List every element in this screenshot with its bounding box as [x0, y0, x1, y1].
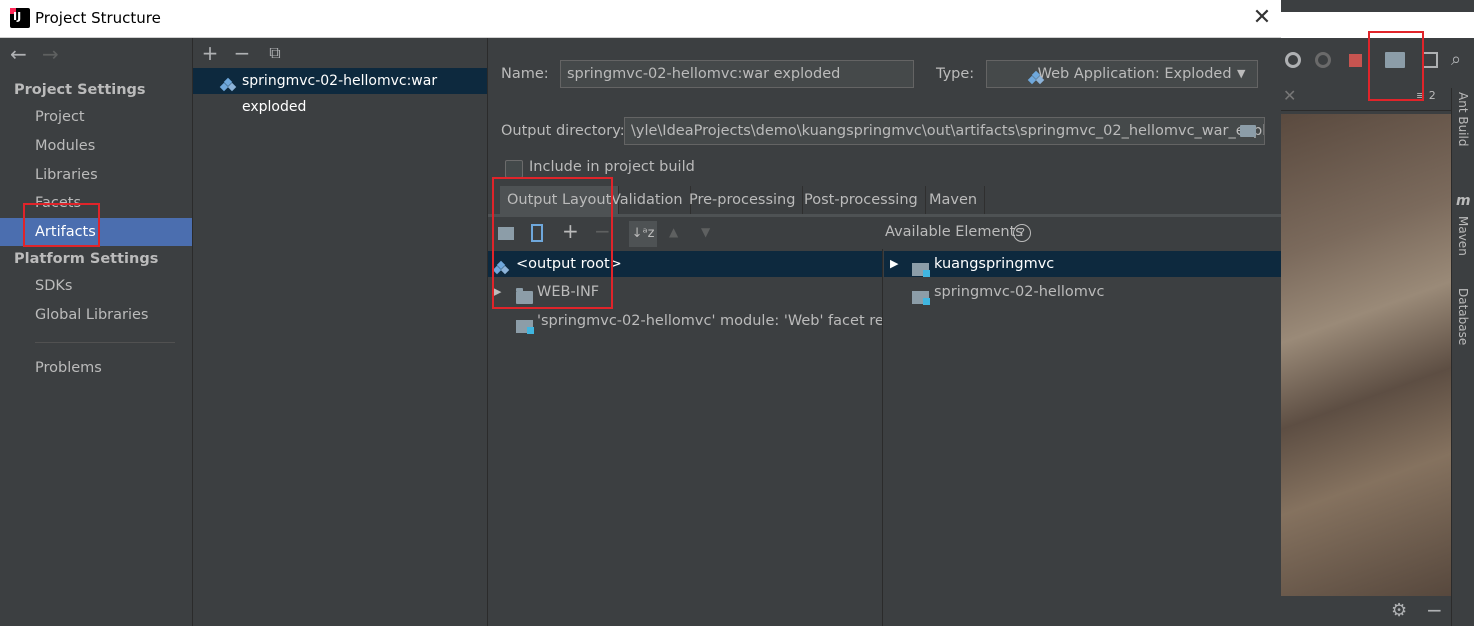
include-in-build-checkbox[interactable]: [505, 160, 523, 178]
tab-validation[interactable]: Validation: [604, 186, 691, 214]
close-button[interactable]: ✕: [1248, 4, 1276, 32]
name-label: Name:: [501, 66, 549, 82]
module-icon: [912, 291, 930, 305]
minimize-icon[interactable]: −: [1426, 598, 1443, 622]
facet-resource-label: 'springmvc-02-hellomvc' module: 'Web' fa…: [537, 313, 882, 329]
dialog-titlebar: Project Structure ✕: [0, 0, 1281, 38]
debug-disabled-icon: [1315, 52, 1331, 68]
available-elements-header: Available Elements: [885, 224, 1023, 240]
nav-item-global-libraries[interactable]: Global Libraries: [0, 301, 192, 329]
forward-arrow-icon: →: [42, 42, 59, 66]
web-exploded-icon: [1027, 70, 1045, 86]
type-label: Type:: [936, 66, 975, 82]
tool-window-database[interactable]: Database: [1456, 288, 1470, 345]
name-field[interactable]: springmvc-02-hellomvc:war exploded: [560, 60, 914, 88]
split-divider[interactable]: [882, 249, 883, 626]
remove-artifact-button[interactable]: −: [230, 41, 254, 65]
add-artifact-button[interactable]: +: [198, 41, 222, 65]
tree-node-facet-resource[interactable]: 'springmvc-02-hellomvc' module: 'Web' fa…: [488, 308, 882, 334]
nav-item-project[interactable]: Project: [0, 103, 192, 131]
artifacts-list-panel: + − ⧉ springmvc-02-hellomvc:war exploded: [193, 38, 488, 626]
tool-window-ant-build[interactable]: Ant Build: [1456, 92, 1470, 146]
back-arrow-icon[interactable]: ←: [10, 42, 27, 66]
artifact-list-item[interactable]: springmvc-02-hellomvc:war exploded: [193, 68, 487, 115]
output-directory-value: \yle\IdeaProjects\demo\kuangspringmvc\ou…: [631, 123, 1265, 139]
expand-arrow-icon[interactable]: ▶: [890, 251, 898, 277]
nav-divider: [35, 342, 175, 343]
project-settings-header: Project Settings: [14, 82, 146, 98]
nav-item-modules[interactable]: Modules: [0, 132, 192, 160]
maven-icon: m: [1456, 193, 1471, 209]
layout-icon[interactable]: [1422, 52, 1438, 68]
available-item-kuangspringmvc[interactable]: ▶ kuangspringmvc: [884, 251, 1281, 277]
chevron-down-icon: ▼: [1237, 67, 1246, 80]
highlight-project-structure: [1368, 31, 1424, 101]
output-directory-label: Output directory:: [501, 123, 625, 139]
tab-maven[interactable]: Maven: [922, 186, 986, 214]
sort-alpha-icon[interactable]: ↓ᵃz: [629, 221, 657, 247]
highlight-artifacts: [23, 203, 100, 247]
hellomvc-label: springmvc-02-hellomvc: [934, 284, 1105, 300]
intellij-icon: [10, 8, 30, 28]
type-select-value: Web Application: Exploded: [1037, 66, 1232, 82]
nav-item-sdks[interactable]: SDKs: [0, 272, 192, 300]
module-icon: [912, 263, 930, 277]
copy-artifact-button[interactable]: ⧉: [263, 41, 287, 65]
platform-settings-header: Platform Settings: [14, 251, 159, 267]
ide-bottom-bar: ⚙ −: [1281, 596, 1451, 626]
gear-icon[interactable]: ⚙: [1391, 600, 1407, 621]
right-tool-strip: Ant Build m Maven Database: [1451, 88, 1474, 626]
tab-pre-processing[interactable]: Pre-processing: [682, 186, 804, 214]
ide-run-header: ✕ ≡ 2 ❚❚: [1281, 84, 1459, 129]
output-directory-field[interactable]: \yle\IdeaProjects\demo\kuangspringmvc\ou…: [624, 117, 1265, 145]
nav-item-libraries[interactable]: Libraries: [0, 161, 192, 189]
move-down-icon: ▼: [701, 225, 711, 239]
nav-item-problems[interactable]: Problems: [0, 354, 192, 382]
badge-count: 2: [1428, 89, 1436, 102]
close-tab-icon[interactable]: ✕: [1283, 86, 1296, 105]
include-in-build-label: Include in project build: [529, 159, 695, 175]
web-artifact-icon: [219, 77, 237, 93]
settings-nav: ← → Project Settings Project Modules Lib…: [0, 38, 193, 626]
artifact-editor: Name: springmvc-02-hellomvc:war exploded…: [488, 38, 1281, 626]
move-up-icon: ▲: [669, 225, 679, 239]
project-structure-dialog: Project Structure ✕ ← → Project Settings…: [0, 0, 1281, 626]
search-icon[interactable]: ⌕: [1451, 49, 1461, 70]
background-image: [1281, 114, 1451, 626]
rerun-icon[interactable]: [1285, 52, 1301, 68]
kuangspringmvc-label: kuangspringmvc: [934, 256, 1055, 272]
highlight-output-layout: [492, 177, 613, 309]
browse-folder-icon[interactable]: [1240, 125, 1256, 137]
stop-icon[interactable]: [1349, 54, 1362, 67]
tool-window-maven[interactable]: Maven: [1456, 216, 1470, 256]
help-icon[interactable]: ?: [1013, 224, 1031, 242]
available-item-springmvc-02-hellomvc[interactable]: springmvc-02-hellomvc: [884, 279, 1281, 305]
web-facet-icon: [516, 320, 534, 334]
type-select[interactable]: Web Application: Exploded ▼: [986, 60, 1258, 88]
dialog-title: Project Structure: [35, 9, 161, 27]
tab-post-processing[interactable]: Post-processing: [797, 186, 926, 214]
artifact-name-label: springmvc-02-hellomvc:war exploded: [242, 73, 438, 115]
